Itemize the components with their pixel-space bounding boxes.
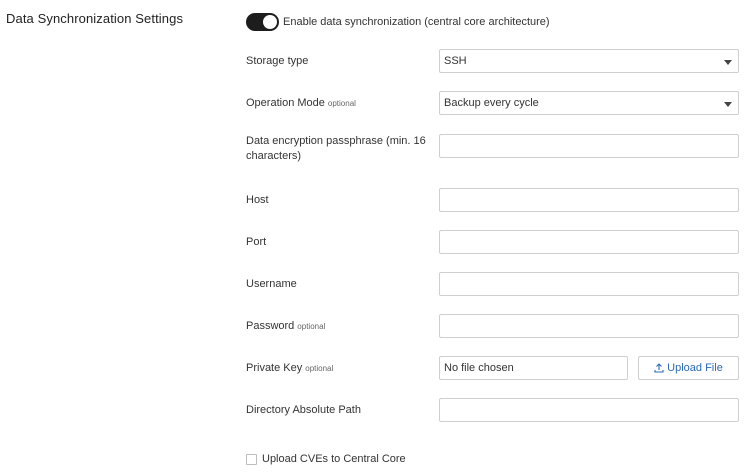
directory-row: Directory Absolute Path — [246, 398, 739, 422]
passphrase-input[interactable] — [439, 134, 739, 158]
chevron-down-icon — [724, 102, 732, 107]
upload-file-label: Upload File — [667, 362, 723, 374]
storage-type-row: Storage type SSH — [246, 49, 739, 73]
upload-cves-row: Upload CVEs to Central Core — [246, 453, 406, 465]
chevron-down-icon — [724, 60, 732, 65]
optional-tag: optional — [305, 364, 334, 373]
operation-mode-value: Backup every cycle — [444, 97, 539, 109]
storage-type-label: Storage type — [246, 55, 309, 67]
operation-mode-row: Operation Mode optional Backup every cycl… — [246, 91, 739, 115]
private-key-label: Private Key optional — [246, 362, 334, 374]
directory-input[interactable] — [439, 398, 739, 422]
host-row: Host — [246, 188, 739, 212]
storage-type-select[interactable]: SSH — [439, 49, 739, 73]
operation-mode-select[interactable]: Backup every cycle — [439, 91, 739, 115]
password-label: Password optional — [246, 320, 326, 332]
operation-mode-label: Operation Mode optional — [246, 97, 356, 109]
toggle-knob — [263, 15, 277, 29]
passphrase-row: Data encryption passphrase (min. 16 chara… — [246, 134, 739, 164]
host-input[interactable] — [439, 188, 739, 212]
sync-toggle-row: Enable data synchronization (central cor… — [246, 13, 550, 31]
sync-toggle-label: Enable data synchronization (central cor… — [283, 16, 550, 28]
passphrase-label: Data encryption passphrase (min. 16 chara… — [246, 135, 426, 162]
host-label: Host — [246, 194, 269, 206]
port-row: Port — [246, 230, 739, 254]
upload-file-button[interactable]: Upload File — [638, 356, 739, 380]
username-row: Username — [246, 272, 739, 296]
directory-label: Directory Absolute Path — [246, 404, 361, 416]
private-key-row: Private Key optional No file chosen Uploa… — [246, 356, 739, 380]
section-title: Data Synchronization Settings — [6, 11, 184, 26]
password-input[interactable] — [439, 314, 739, 338]
upload-cves-label: Upload CVEs to Central Core — [262, 453, 406, 465]
sync-toggle[interactable] — [246, 13, 279, 31]
optional-tag: optional — [327, 99, 356, 108]
port-input[interactable] — [439, 230, 739, 254]
private-key-file-status: No file chosen — [439, 356, 628, 380]
optional-tag: optional — [297, 322, 326, 331]
port-label: Port — [246, 236, 267, 248]
upload-cves-checkbox[interactable] — [246, 453, 257, 465]
storage-type-value: SSH — [444, 55, 467, 67]
password-row: Password optional — [246, 314, 739, 338]
username-label: Username — [246, 278, 297, 290]
upload-icon — [654, 363, 664, 373]
username-input[interactable] — [439, 272, 739, 296]
